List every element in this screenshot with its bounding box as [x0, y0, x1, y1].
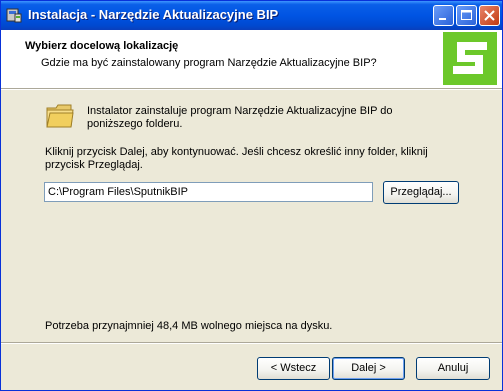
page-subtitle: Gdzie ma być zainstalowany program Narzę… — [41, 57, 377, 69]
sputnik-logo-icon — [443, 32, 497, 85]
disk-space-text: Potrzeba przynajmniej 48,4 MB wolnego mi… — [45, 320, 333, 332]
folder-icon — [45, 102, 75, 130]
install-path-input[interactable] — [44, 182, 373, 202]
instruction-text: Kliknij przycisk Dalej, aby kontynuować.… — [45, 146, 428, 171]
back-button[interactable]: < Wstecz — [257, 357, 330, 380]
next-button[interactable]: Dalej > — [332, 357, 405, 380]
maximize-button[interactable] — [456, 5, 477, 26]
close-button[interactable] — [479, 5, 500, 26]
cancel-button[interactable]: Anuluj — [416, 357, 490, 380]
footer-divider — [1, 342, 502, 344]
installer-app-icon[interactable] — [6, 7, 22, 23]
browse-button[interactable]: Przeglądaj... — [383, 181, 459, 204]
minimize-button[interactable] — [433, 5, 454, 26]
installer-window: Instalacja - Narzędzie Aktualizacyjne BI… — [0, 0, 503, 391]
install-info-text: Instalator zainstaluje program Narzędzie… — [87, 105, 393, 130]
header-divider — [1, 89, 502, 90]
page-title: Wybierz docelową lokalizację — [25, 40, 179, 52]
title-bar[interactable]: Instalacja - Narzędzie Aktualizacyjne BI… — [1, 1, 502, 30]
window-title: Instalacja - Narzędzie Aktualizacyjne BI… — [28, 7, 279, 22]
wizard-header: Wybierz docelową lokalizację Gdzie ma by… — [1, 30, 502, 89]
